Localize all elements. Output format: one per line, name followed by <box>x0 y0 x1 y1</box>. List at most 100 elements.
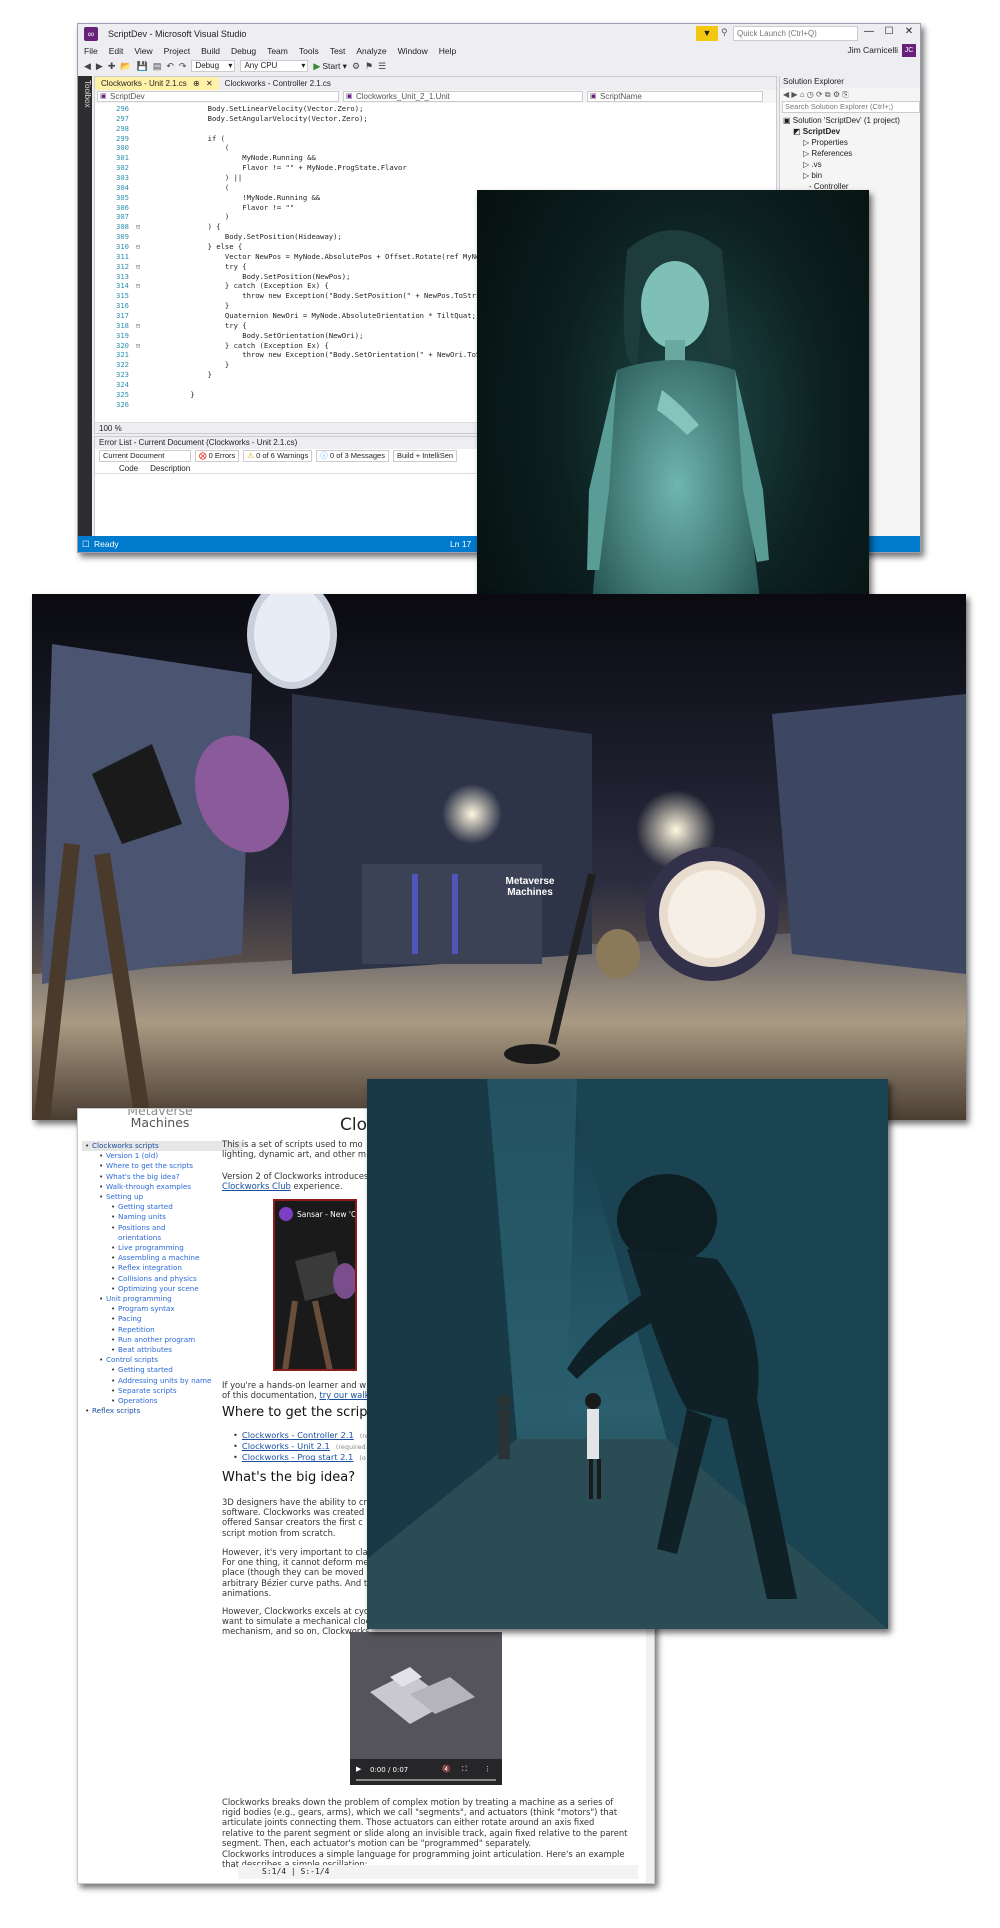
code-line[interactable]: 300 ( <box>95 143 776 153</box>
pin-icon[interactable]: ⊕ <box>193 79 200 88</box>
fold-toggle-icon[interactable] <box>133 400 143 410</box>
column-description[interactable]: Description <box>150 463 190 473</box>
comment-icon[interactable]: ☰ <box>378 61 386 72</box>
nav-link[interactable]: Addressing units by name <box>82 1376 242 1386</box>
fold-toggle-icon[interactable] <box>133 173 143 183</box>
fold-toggle-icon[interactable] <box>133 252 143 262</box>
fold-toggle-icon[interactable]: ⊟ <box>133 222 143 232</box>
type-dropdown[interactable]: Clockworks_Unit_2_1.Unit <box>343 91 583 102</box>
nav-link[interactable]: Where to get the scripts <box>82 1161 242 1171</box>
fold-toggle-icon[interactable]: ⊟ <box>133 281 143 291</box>
solution-tree-item[interactable]: ◩ ScriptDev <box>783 126 920 137</box>
avatar[interactable]: JC <box>902 44 916 57</box>
fold-toggle-icon[interactable] <box>133 291 143 301</box>
nav-link[interactable]: Live programming <box>82 1243 242 1253</box>
feedback-icon[interactable]: ⚲ <box>721 27 728 38</box>
start-button[interactable]: ▶ Start ▾ <box>313 61 347 72</box>
errors-filter[interactable]: ⨂ 0 Errors <box>195 450 240 462</box>
fold-toggle-icon[interactable] <box>133 212 143 222</box>
fold-toggle-icon[interactable]: ⊟ <box>133 321 143 331</box>
menu-item-analyze[interactable]: Analyze <box>356 46 386 56</box>
nav-link[interactable]: Assembling a machine <box>82 1253 242 1263</box>
close-button[interactable]: ✕ <box>902 26 916 37</box>
code-line[interactable]: 301 MyNode.Running && <box>95 153 776 163</box>
fullscreen-icon[interactable]: ⛶ <box>462 1765 467 1774</box>
maximize-button[interactable]: ☐ <box>882 26 896 37</box>
fold-toggle-icon[interactable] <box>133 153 143 163</box>
fold-toggle-icon[interactable] <box>133 390 143 400</box>
solution-search-input[interactable]: Search Solution Explorer (Ctrl+;) <box>782 101 920 113</box>
fold-toggle-icon[interactable] <box>133 163 143 173</box>
nav-link[interactable]: Beat attributes <box>82 1345 242 1355</box>
nav-link[interactable]: Reflex scripts <box>82 1406 242 1416</box>
nav-link[interactable]: What's the big idea? <box>82 1172 242 1182</box>
script-link[interactable]: Clockworks - Prog start 2.1 <box>242 1452 353 1462</box>
nav-link[interactable]: Getting started <box>82 1365 242 1375</box>
menu-item-build[interactable]: Build <box>201 46 220 56</box>
save-all-icon[interactable]: ▤ <box>153 61 162 72</box>
clockworks-club-link[interactable]: Clockworks Club <box>222 1181 291 1191</box>
solution-explorer-toolbar[interactable]: ◀ ▶ ⌂ ◷ ⟳ ⧉ ⚙ ⎘ <box>780 88 920 101</box>
nav-link[interactable]: Positions and <box>82 1223 242 1233</box>
messages-filter[interactable]: ⓘ 0 of 3 Messages <box>316 450 389 462</box>
notification-filter-icon[interactable]: ▼ <box>696 26 718 41</box>
fold-toggle-icon[interactable]: ⊟ <box>133 242 143 252</box>
more-options-icon[interactable]: ⋮ <box>484 1765 491 1773</box>
play-icon[interactable]: ▶ <box>356 1765 361 1773</box>
fold-toggle-icon[interactable] <box>133 272 143 282</box>
fold-toggle-icon[interactable] <box>133 134 143 144</box>
configuration-dropdown[interactable]: Debug <box>191 60 236 72</box>
fold-toggle-icon[interactable] <box>133 311 143 321</box>
code-line[interactable]: 299 if ( <box>95 134 776 144</box>
minimize-button[interactable]: — <box>862 26 876 37</box>
nav-link[interactable]: Program syntax <box>82 1304 242 1314</box>
platform-dropdown[interactable]: Any CPU <box>240 60 309 72</box>
fold-toggle-icon[interactable]: ⊟ <box>133 262 143 272</box>
menu-item-tools[interactable]: Tools <box>299 46 319 56</box>
nav-link[interactable]: Run another program <box>82 1335 242 1345</box>
nav-link[interactable]: Collisions and physics <box>82 1274 242 1284</box>
close-tab-icon[interactable]: ✕ <box>206 79 213 88</box>
forward-icon[interactable]: ▶ <box>96 61 103 72</box>
video-progress[interactable] <box>356 1779 496 1781</box>
nav-link[interactable]: Naming units <box>82 1212 242 1222</box>
code-line[interactable]: 296 Body.SetLinearVelocity(Vector.Zero); <box>95 104 776 114</box>
tab-controller-2-1[interactable]: Clockworks - Controller 2.1.cs <box>219 77 337 90</box>
nav-link[interactable]: Clockworks scripts <box>82 1141 242 1151</box>
fold-toggle-icon[interactable] <box>133 143 143 153</box>
code-line[interactable]: 297 Body.SetAngularVelocity(Vector.Zero)… <box>95 114 776 124</box>
fold-toggle-icon[interactable] <box>133 232 143 242</box>
nav-link[interactable]: Walk-through examples <box>82 1182 242 1192</box>
warnings-filter[interactable]: ⚠ 0 of 6 Warnings <box>243 450 313 462</box>
fold-toggle-icon[interactable]: ⊟ <box>133 341 143 351</box>
code-line[interactable]: 298 <box>95 124 776 134</box>
menu-item-test[interactable]: Test <box>330 46 346 56</box>
tab-unit-2-1[interactable]: Clockworks - Unit 2.1.cs ⊕ ✕ <box>95 77 219 90</box>
fold-toggle-icon[interactable] <box>133 301 143 311</box>
nav-link[interactable]: Pacing <box>82 1314 242 1324</box>
menu-item-window[interactable]: Window <box>398 46 428 56</box>
solution-tree-item[interactable]: ▷ .vs <box>783 159 920 170</box>
nav-link[interactable]: Getting started <box>82 1202 242 1212</box>
nav-link[interactable]: Version 1 (old) <box>82 1151 242 1161</box>
fold-toggle-icon[interactable] <box>133 380 143 390</box>
fold-toggle-icon[interactable] <box>133 370 143 380</box>
menu-item-file[interactable]: File <box>84 46 98 56</box>
channel-avatar[interactable] <box>279 1207 293 1221</box>
redo-icon[interactable]: ↷ <box>179 61 187 72</box>
walkthrough-link[interactable]: try our walk <box>319 1390 369 1400</box>
video-title[interactable]: Sansar - New 'C <box>297 1210 355 1219</box>
site-title[interactable]: Metaverse Machines <box>90 1109 230 1129</box>
nav-link[interactable]: Control scripts <box>82 1355 242 1365</box>
fold-toggle-icon[interactable] <box>133 331 143 341</box>
nav-link[interactable]: Optimizing your scene <box>82 1284 242 1294</box>
script-link[interactable]: Clockworks - Unit 2.1 <box>242 1441 330 1451</box>
fold-toggle-icon[interactable] <box>133 114 143 124</box>
quick-launch-input[interactable]: Quick Launch (Ctrl+Q) <box>733 26 858 41</box>
fold-toggle-icon[interactable] <box>133 350 143 360</box>
fold-toggle-icon[interactable] <box>133 124 143 134</box>
demo-video-player[interactable]: ▶ 0:00 / 0:07 🔇 ⛶ ⋮ <box>350 1632 502 1785</box>
fold-toggle-icon[interactable] <box>133 203 143 213</box>
nav-link[interactable]: orientations <box>82 1233 242 1243</box>
toolbox-strip[interactable]: Toolbox <box>78 76 92 552</box>
